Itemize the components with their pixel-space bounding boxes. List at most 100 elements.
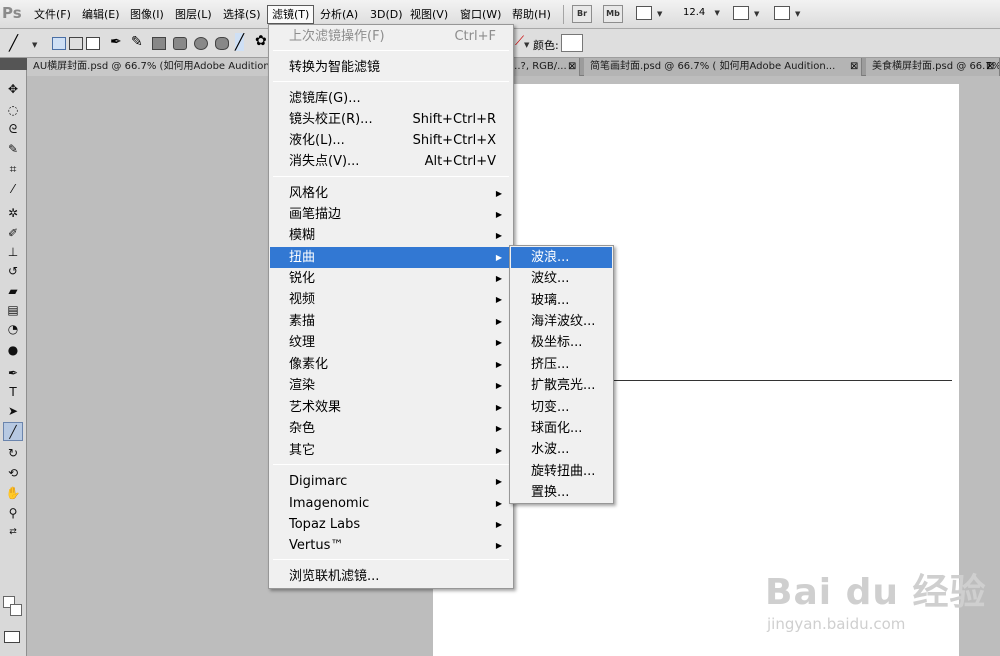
menu-item-browse-online-filters[interactable]: 浏览联机滤镜... — [270, 566, 512, 587]
menu-view[interactable]: 视图(V) — [406, 5, 452, 24]
paths-icon[interactable] — [69, 37, 83, 50]
menu-item-stylize[interactable]: 风格化 ▶ — [270, 183, 512, 204]
menu-item-vertus[interactable]: Vertus™ ▶ — [270, 535, 512, 556]
zoom-tool-icon[interactable]: ⚲ — [3, 504, 23, 523]
menu-image[interactable]: 图像(I) — [126, 5, 168, 24]
marquee-tool-icon[interactable]: ◌ — [3, 101, 23, 120]
close-icon[interactable]: ⊠ — [850, 58, 858, 76]
line-tool-icon[interactable]: ╱ — [9, 34, 18, 52]
healing-brush-icon[interactable]: ✲ — [3, 204, 23, 223]
eyedropper-tool-icon[interactable]: ⁄ — [3, 180, 23, 199]
submenu-item-wave[interactable]: 波浪... — [511, 247, 612, 268]
menu-3d[interactable]: 3D(D) — [366, 5, 407, 24]
lasso-tool-icon[interactable]: ᘓ — [3, 120, 23, 139]
menu-edit[interactable]: 编辑(E) — [78, 5, 124, 24]
background-color[interactable] — [10, 604, 22, 616]
menu-item-liquify[interactable]: 液化(L)... Shift+Ctrl+X — [270, 130, 512, 151]
blur-tool-icon[interactable]: ◔ — [3, 320, 23, 339]
menu-item-sketch[interactable]: 素描 ▶ — [270, 311, 512, 332]
polygon-shape-icon[interactable] — [215, 37, 229, 50]
menu-item-other[interactable]: 其它 ▶ — [270, 440, 512, 461]
rectangle-shape-icon[interactable] — [152, 37, 166, 50]
arrange-documents-icon[interactable] — [733, 6, 749, 20]
dodge-tool-icon[interactable]: ● — [3, 341, 23, 360]
path-select-tool-icon[interactable]: ➤ — [3, 402, 23, 421]
submenu-item-polar-coordinates[interactable]: 极坐标... — [511, 332, 612, 353]
pen-tool-icon[interactable]: ✒ — [3, 364, 23, 383]
freeform-pen-icon[interactable]: ✎ — [131, 34, 143, 50]
crop-tool-icon[interactable]: ⌗ — [3, 160, 23, 179]
3d-orbit-tool-icon[interactable]: ⟲ — [3, 464, 23, 483]
menu-item-convert-smart-filter[interactable]: 转换为智能滤镜 — [270, 57, 512, 78]
submenu-item-glass[interactable]: 玻璃... — [511, 290, 612, 311]
line-shape-icon[interactable]: ╱ — [235, 33, 245, 51]
submenu-item-pinch[interactable]: 挤压... — [511, 354, 612, 375]
menu-item-pixelate[interactable]: 像素化 ▶ — [270, 354, 512, 375]
eraser-tool-icon[interactable]: ▰ — [3, 282, 23, 301]
menu-item-imagenomic[interactable]: Imagenomic ▶ — [270, 493, 512, 514]
screen-mode-icon[interactable] — [774, 6, 790, 20]
menu-item-texture[interactable]: 纹理 ▶ — [270, 332, 512, 353]
menu-item-sharpen[interactable]: 锐化 ▶ — [270, 268, 512, 289]
menu-item-digimarc[interactable]: Digimarc ▶ — [270, 471, 512, 492]
chevron-down-icon[interactable]: ▼ — [754, 10, 759, 18]
clone-stamp-icon[interactable]: ⊥ — [3, 243, 23, 262]
chevron-down-icon[interactable]: ▼ — [657, 10, 662, 18]
submenu-item-displace[interactable]: 置换... — [511, 482, 612, 503]
quick-select-tool-icon[interactable]: ✎ — [3, 140, 23, 159]
shape-layers-icon[interactable] — [52, 37, 66, 50]
menu-window[interactable]: 窗口(W) — [456, 5, 505, 24]
menu-item-topaz-labs[interactable]: Topaz Labs ▶ — [270, 514, 512, 535]
quick-mask-icon[interactable] — [4, 631, 20, 643]
fill-pixels-icon[interactable] — [86, 37, 100, 50]
view-extras-icon[interactable] — [636, 6, 652, 20]
menu-select[interactable]: 选择(S) — [219, 5, 265, 24]
pen-tool-icon[interactable]: ✒ — [110, 34, 122, 50]
menu-item-render[interactable]: 渲染 ▶ — [270, 375, 512, 396]
color-swatch[interactable] — [561, 34, 583, 52]
menu-filter[interactable]: 滤镜(T) — [267, 5, 315, 24]
bridge-button[interactable]: Br — [572, 5, 592, 23]
menu-item-vanishing-point[interactable]: 消失点(V)... Alt+Ctrl+V — [270, 151, 512, 172]
chevron-down-icon[interactable]: ▼ — [32, 41, 37, 49]
line-tool-icon[interactable]: ╱ — [3, 422, 23, 441]
submenu-item-twirl[interactable]: 旋转扭曲... — [511, 461, 612, 482]
menu-item-artistic[interactable]: 艺术效果 ▶ — [270, 397, 512, 418]
submenu-item-ripple[interactable]: 波纹... — [511, 268, 612, 289]
menu-help[interactable]: 帮助(H) — [508, 5, 555, 24]
gradient-tool-icon[interactable]: ▤ — [3, 301, 23, 320]
3d-rotate-tool-icon[interactable]: ↻ — [3, 444, 23, 463]
submenu-item-ocean-ripple[interactable]: 海洋波纹... — [511, 311, 612, 332]
type-tool-icon[interactable]: T — [3, 383, 23, 402]
menu-item-video[interactable]: 视频 ▶ — [270, 289, 512, 310]
menu-item-brush-strokes[interactable]: 画笔描边 ▶ — [270, 204, 512, 225]
menu-item-blur[interactable]: 模糊 ▶ — [270, 225, 512, 246]
menu-file[interactable]: 文件(F) — [30, 5, 75, 24]
menu-layer[interactable]: 图层(L) — [171, 5, 216, 24]
tools-panel-grip[interactable] — [0, 58, 27, 70]
rounded-rectangle-icon[interactable] — [173, 37, 187, 50]
custom-shape-icon[interactable]: ✿ — [255, 33, 267, 49]
chevron-down-icon[interactable]: ▼ — [795, 10, 800, 18]
menu-item-lens-correction[interactable]: 镜头校正(R)... Shift+Ctrl+R — [270, 109, 512, 130]
menu-item-filter-gallery[interactable]: 滤镜库(G)... — [270, 88, 512, 109]
close-icon[interactable]: ⊠ — [986, 58, 994, 76]
close-icon[interactable]: ⊠ — [568, 58, 576, 76]
submenu-item-shear[interactable]: 切变... — [511, 397, 612, 418]
submenu-item-diffuse-glow[interactable]: 扩散亮光... — [511, 375, 612, 396]
menu-analysis[interactable]: 分析(A) — [316, 5, 362, 24]
document-tab[interactable]: 简笔画封面.psd @ 66.7% ( 如何用Adobe Audition... — [584, 58, 862, 76]
brush-tool-icon[interactable]: ✐ — [3, 224, 23, 243]
mini-bridge-button[interactable]: Mb — [603, 5, 623, 23]
hand-tool-icon[interactable]: ✋ — [3, 484, 23, 503]
history-brush-icon[interactable]: ↺ — [3, 262, 23, 281]
move-tool-icon[interactable]: ✥ — [3, 80, 23, 99]
menu-item-noise[interactable]: 杂色 ▶ — [270, 418, 512, 439]
ellipse-shape-icon[interactable] — [194, 37, 208, 50]
zoom-level-select[interactable]: 12.4 ▼ — [683, 7, 720, 18]
submenu-item-spherize[interactable]: 球面化... — [511, 418, 612, 439]
swap-colors-icon[interactable]: ⇄ — [3, 523, 23, 542]
document-tab[interactable]: 美食横屏封面.psd @ 66.7% (如... — [866, 58, 1000, 76]
style-icon[interactable]: ⟋ — [515, 34, 524, 49]
menu-item-distort[interactable]: 扭曲 ▶ — [270, 247, 512, 268]
